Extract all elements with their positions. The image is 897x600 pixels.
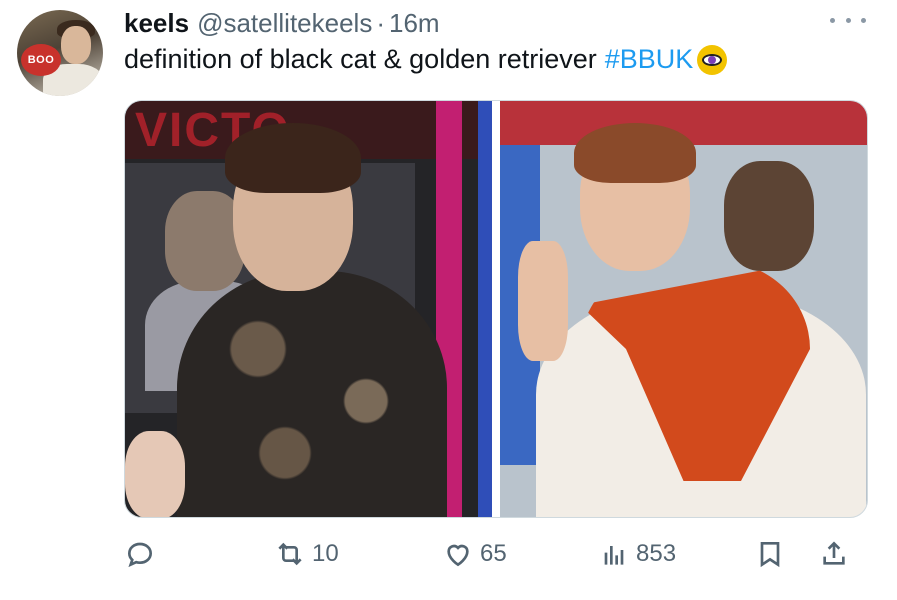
like-icon — [447, 544, 469, 567]
person-hair — [225, 123, 361, 193]
views-icon — [604, 546, 624, 565]
foreground-hand — [125, 431, 185, 517]
bookmark-button[interactable] — [754, 532, 786, 576]
photo-golden-retriever[interactable] — [500, 101, 867, 517]
avatar[interactable]: BOO — [17, 10, 103, 96]
tweet-body: definition of black cat & golden retriev… — [124, 44, 597, 74]
retweet-button[interactable]: 10 — [274, 532, 339, 576]
avatar-boo-badge: BOO — [21, 44, 61, 76]
retweet-icon — [278, 542, 302, 566]
user-handle[interactable]: @satellitekeels — [197, 8, 372, 39]
background-person-head — [724, 161, 814, 271]
bookmark-icon — [760, 542, 780, 568]
share-button[interactable] — [818, 532, 850, 576]
blue-stripe — [478, 101, 492, 517]
tweet-text: definition of black cat & golden retriev… — [124, 44, 728, 75]
person-hair — [574, 123, 696, 183]
patterned-shirt — [177, 271, 447, 517]
hashtag-link[interactable]: #BBUK — [605, 44, 694, 75]
action-bar: 10 65 853 — [124, 532, 868, 576]
reply-icon — [127, 542, 153, 568]
more-icon[interactable] — [830, 8, 866, 32]
views-button[interactable]: 853 — [598, 532, 676, 576]
media-grid — [124, 100, 868, 518]
reply-button[interactable] — [124, 532, 162, 576]
avatar-face — [61, 26, 91, 64]
peace-sign-hand — [518, 241, 568, 361]
separator: · — [376, 8, 385, 38]
retweet-count: 10 — [312, 540, 339, 567]
timestamp[interactable]: 16m — [389, 8, 440, 39]
eye-emoji — [697, 44, 728, 75]
like-button[interactable]: 65 — [442, 532, 507, 576]
photo-black-cat[interactable] — [125, 101, 492, 517]
share-icon — [823, 541, 845, 565]
like-count: 65 — [480, 540, 507, 567]
display-name[interactable]: keels — [124, 8, 189, 39]
tweet-header: keels @satellitekeels · 16m — [124, 8, 440, 38]
views-count: 853 — [636, 540, 677, 567]
